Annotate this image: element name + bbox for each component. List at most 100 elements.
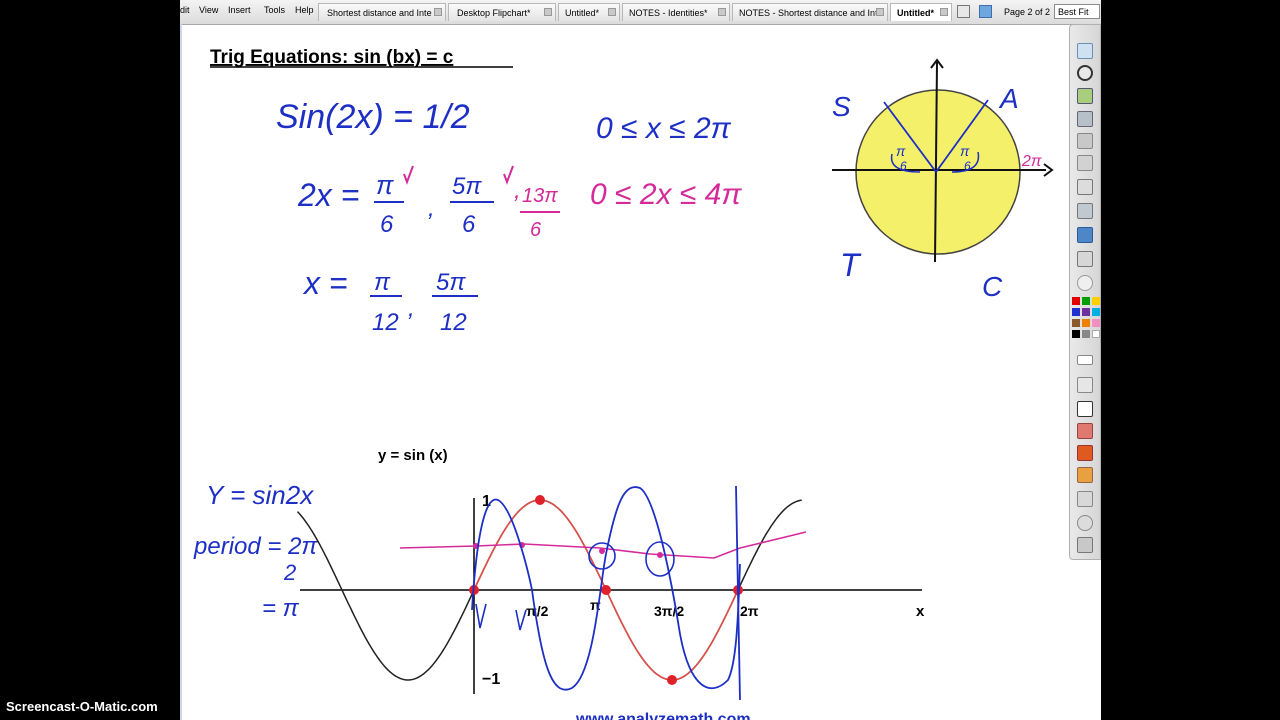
tab-desktop-flipchart[interactable]: Desktop Flipchart* [448, 3, 556, 21]
close-icon[interactable] [544, 8, 552, 16]
intersection-dot [657, 552, 663, 558]
tab-label: Shortest distance and Inte [327, 8, 432, 18]
undo-icon[interactable] [1077, 515, 1093, 531]
menu-insert[interactable]: Insert [228, 5, 251, 15]
key-point [667, 675, 677, 685]
domain-x: 0 ≤ x ≤ 2π [596, 112, 732, 145]
select-pointer-icon[interactable] [1077, 377, 1093, 393]
sparkle-icon[interactable] [979, 5, 992, 18]
circled-point [588, 542, 616, 570]
color-purple-swatch[interactable] [1082, 308, 1090, 316]
tab-notes-identities[interactable]: NOTES - Identities* [622, 3, 730, 21]
y-tick-1: 1 [482, 493, 491, 510]
fill-icon[interactable] [1077, 445, 1093, 461]
side-y-sin2x: Y = sin2x [206, 480, 314, 510]
equation-sin2x: Sin(2x) = 1/2 [276, 98, 470, 136]
close-icon[interactable] [718, 8, 726, 16]
screencast-watermark: Screencast-O-Matic.com [6, 699, 158, 714]
sine-graph: y = sin (x) 1 −1 π/2 π 3π/2 2π x www.ana… [296, 447, 925, 720]
menu-edit[interactable]: dit [180, 5, 190, 15]
frac-pi6-den: 6 [380, 211, 394, 238]
frac-13pi6-den: 6 [530, 219, 542, 241]
color-blue-swatch[interactable] [1072, 308, 1080, 316]
pen-icon[interactable] [1077, 401, 1093, 417]
color-white-swatch[interactable] [1092, 330, 1100, 338]
settings-icon[interactable] [1077, 537, 1093, 553]
frac-5pi6-den: 6 [462, 211, 476, 238]
tab-untitled-active[interactable]: Untitled* [890, 3, 952, 21]
color-pink-swatch[interactable] [1092, 319, 1100, 327]
side-period: period = 2π [193, 533, 318, 560]
quadrant-c: C [982, 271, 1003, 302]
side-result: = π [262, 595, 300, 622]
unit-circle-diagram: π 6 π 6 S A T C 2π [832, 58, 1054, 302]
close-icon[interactable] [876, 8, 884, 16]
flask-icon[interactable] [1077, 491, 1093, 507]
color-cyan-swatch[interactable] [1092, 308, 1100, 316]
angle-2pi-label: 2π [1021, 153, 1042, 170]
frac-pi6-num: π [376, 170, 394, 200]
page-indicator: Page 2 of 2 [1004, 7, 1051, 17]
angle-label-num: π [896, 143, 906, 159]
tab-label: NOTES - Identities* [629, 8, 708, 18]
circled-point [645, 541, 675, 577]
color-red-swatch[interactable] [1072, 297, 1080, 305]
check-mark [403, 165, 414, 185]
close-icon[interactable] [434, 8, 442, 16]
x-tick-pi2: π/2 [526, 603, 549, 619]
tab-notes-shortest[interactable]: NOTES - Shortest distance and Inte [732, 3, 888, 21]
check-mark [475, 603, 487, 629]
unit-circle [855, 89, 1021, 255]
magnifier-icon[interactable] [1077, 65, 1093, 81]
gallery-icon[interactable] [1077, 88, 1093, 104]
menu-help[interactable]: Help [295, 5, 314, 15]
domain-2x: 0 ≤ 2x ≤ 4π [590, 178, 742, 211]
grid-icon[interactable] [1077, 179, 1093, 195]
menu-view[interactable]: View [199, 5, 218, 15]
check-mark [503, 165, 514, 185]
shapes-icon[interactable] [1077, 203, 1093, 219]
check-mark [515, 609, 527, 631]
menu-tools[interactable]: Tools [264, 5, 285, 15]
angle-label-den: 6 [900, 159, 907, 173]
tab-label: Untitled* [565, 8, 600, 18]
page-view-icon[interactable] [957, 5, 970, 18]
tools-icon[interactable] [1077, 155, 1093, 171]
frac-5pi6-num: 5π [452, 173, 482, 200]
comma: , [408, 295, 415, 322]
color-brown-swatch[interactable] [1072, 319, 1080, 327]
close-icon[interactable] [608, 8, 616, 16]
x-tick-3pi2: 3π/2 [654, 603, 684, 619]
close-icon[interactable] [940, 8, 948, 16]
frac-pi12-den: 12 [372, 309, 399, 336]
color-gray-swatch[interactable] [1082, 330, 1090, 338]
play-icon[interactable] [1077, 275, 1093, 291]
tab-shortest-distance[interactable]: Shortest distance and Inte [318, 3, 446, 21]
frac-13pi6-num: 13π [522, 185, 558, 207]
tab-label: Untitled* [897, 8, 934, 18]
pen-width-slider[interactable] [1077, 355, 1093, 365]
page-sorter-icon[interactable] [1077, 43, 1093, 59]
stamp-icon[interactable] [1077, 467, 1093, 483]
flipchart-canvas[interactable]: Trig Equations: sin (bx) = c Sin(2x) = 1… [180, 24, 1101, 720]
color-orange-swatch[interactable] [1082, 319, 1090, 327]
tab-label: Desktop Flipchart* [457, 8, 531, 18]
color-green-swatch[interactable] [1082, 297, 1090, 305]
frac-pi12-num: π [374, 269, 391, 296]
side-period-den: 2 [283, 560, 296, 585]
tab-untitled[interactable]: Untitled* [558, 3, 620, 21]
eraser-icon[interactable] [1077, 133, 1093, 149]
color-black-swatch[interactable] [1072, 330, 1080, 338]
zoom-select[interactable]: Best Fit [1054, 4, 1100, 19]
camera-icon[interactable] [1077, 111, 1093, 127]
quadrant-s: S [832, 91, 851, 122]
tab-label: NOTES - Shortest distance and Inte [739, 8, 883, 18]
angle-label-num: π [960, 143, 970, 159]
printer-icon[interactable] [1077, 251, 1093, 267]
color-yellow-swatch[interactable] [1092, 297, 1100, 305]
quadrant-t: T [840, 247, 862, 283]
key-point [535, 495, 545, 505]
quadrant-a: A [998, 83, 1019, 114]
screen-icon[interactable] [1077, 227, 1093, 243]
eraser-pink-icon[interactable] [1077, 423, 1093, 439]
